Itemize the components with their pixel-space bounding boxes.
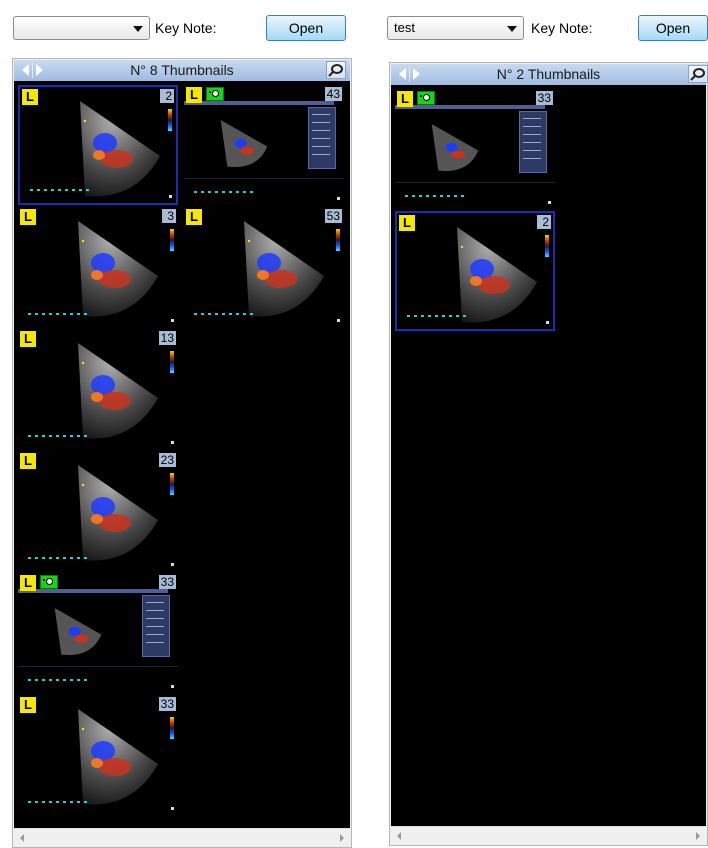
thumbnail[interactable]: L2 xyxy=(395,211,555,331)
horizontal-scrollbar[interactable] xyxy=(391,826,706,844)
thumbnail[interactable]: L 33 xyxy=(395,89,555,209)
orientation-marker xyxy=(546,321,549,324)
pin-icon xyxy=(690,68,705,81)
thumbnail[interactable]: L 13 xyxy=(18,329,178,449)
color-scale xyxy=(170,473,174,495)
study-combo[interactable] xyxy=(13,16,150,40)
open-button[interactable]: Open xyxy=(638,15,708,41)
ultrasound-image xyxy=(78,709,158,805)
thumbnail[interactable]: L 33 xyxy=(18,695,178,815)
open-button[interactable]: Open xyxy=(266,15,346,41)
color-scale xyxy=(170,717,174,739)
thumbnail-titlebar: N° 8 Thumbnails xyxy=(14,60,350,81)
thumbnail-titlebar: N° 2 Thumbnails xyxy=(391,64,708,85)
frame-count-badge: 2 xyxy=(160,89,174,103)
camera-icon xyxy=(40,575,58,589)
l-badge: L xyxy=(397,91,413,107)
chevron-down-icon xyxy=(133,26,143,32)
frame-count-badge: 33 xyxy=(158,575,176,589)
orientation-marker xyxy=(171,441,174,444)
ultrasound-image xyxy=(78,343,158,439)
frame-count-badge: 33 xyxy=(158,697,176,711)
pin-button[interactable] xyxy=(326,61,346,79)
ultrasound-image xyxy=(457,227,537,323)
depth-markers xyxy=(405,195,465,197)
thumbnail[interactable]: L 43 xyxy=(184,85,344,205)
orientation-marker xyxy=(337,319,340,322)
l-badge: L xyxy=(20,575,36,591)
l-badge: L xyxy=(186,87,202,103)
measurement-panel xyxy=(142,595,170,657)
thumbnail-frame: N° 8 Thumbnails L 2 L 43 L 3 L 53 L 13 L 23 L 33 L 33 xyxy=(12,58,352,848)
depth-markers xyxy=(28,801,88,803)
study-combo[interactable]: test xyxy=(387,16,524,40)
color-scale xyxy=(168,109,172,131)
right-panel: test Key Note: Open N° 2 Thumbnails L 33 L… xyxy=(380,0,708,848)
pin-button[interactable] xyxy=(688,65,708,83)
measurement-panel xyxy=(308,107,336,169)
orientation-marker xyxy=(171,685,174,688)
frame-count-badge: 43 xyxy=(324,87,342,101)
thumbnail[interactable]: L 53 xyxy=(184,207,344,327)
depth-markers xyxy=(28,679,88,681)
measurement-panel xyxy=(519,111,547,173)
l-badge: L xyxy=(399,215,415,231)
l-badge: L xyxy=(20,209,36,225)
ultrasound-image xyxy=(80,101,160,197)
scroll-right-icon[interactable] xyxy=(340,834,344,842)
frame-count-badge: 3 xyxy=(162,209,176,223)
thumbnail[interactable]: L 23 xyxy=(18,451,178,571)
depth-markers xyxy=(30,189,90,191)
thumbnail[interactable]: L 33 xyxy=(18,573,178,693)
scroll-right-icon[interactable] xyxy=(696,832,700,840)
depth-markers xyxy=(28,435,88,437)
depth-markers xyxy=(407,315,467,317)
thumbnail-viewport: L 2 L 43 L 3 L 53 L 13 L 23 L 33 L 33 xyxy=(14,81,350,828)
camera-icon xyxy=(206,87,224,101)
depth-markers xyxy=(194,313,254,315)
horizontal-scrollbar[interactable] xyxy=(14,828,350,846)
camera-icon xyxy=(417,91,435,105)
thumbnail[interactable]: L2 xyxy=(18,85,178,205)
color-scale xyxy=(170,351,174,373)
color-scale xyxy=(545,235,549,257)
orientation-marker xyxy=(171,807,174,810)
thumbnail-frame: N° 2 Thumbnails L 33 L 2 xyxy=(389,62,708,846)
frame-count-badge: 2 xyxy=(537,215,551,229)
l-badge: L xyxy=(20,697,36,713)
scroll-left-icon[interactable] xyxy=(20,834,24,842)
pin-icon xyxy=(328,64,343,77)
scroll-left-icon[interactable] xyxy=(397,832,401,840)
orientation-marker xyxy=(337,197,340,200)
keynote-label: Key Note: xyxy=(155,20,217,36)
thumbnail-count-title: N° 2 Thumbnails xyxy=(496,66,601,82)
keynote-label: Key Note: xyxy=(531,20,593,36)
orientation-marker xyxy=(171,563,174,566)
chevron-down-icon xyxy=(507,26,517,32)
ultrasound-image xyxy=(78,465,158,561)
frame-count-badge: 33 xyxy=(535,91,553,105)
orientation-marker xyxy=(171,319,174,322)
left-panel: Key Note: Open N° 8 Thumbnails L 2 L 43 L 3 L 5… xyxy=(0,0,360,848)
ultrasound-image xyxy=(244,221,324,317)
thumbnail[interactable]: L3 xyxy=(18,207,178,327)
frame-count-badge: 13 xyxy=(158,331,176,345)
thumbnail-count-title: N° 8 Thumbnails xyxy=(130,62,234,78)
thumbnail-viewport: L 33 L 2 xyxy=(391,85,706,826)
l-badge: L xyxy=(22,89,38,105)
frame-count-badge: 23 xyxy=(158,453,176,467)
color-scale xyxy=(170,229,174,251)
ultrasound-image xyxy=(78,221,158,317)
color-scale xyxy=(336,229,340,251)
depth-markers xyxy=(28,313,88,315)
orientation-marker xyxy=(548,201,551,204)
study-combo-value: test xyxy=(394,20,415,35)
orientation-marker xyxy=(169,195,172,198)
frame-count-badge: 53 xyxy=(324,209,342,223)
depth-markers xyxy=(194,191,254,193)
depth-markers xyxy=(28,557,88,559)
l-badge: L xyxy=(20,453,36,469)
l-badge: L xyxy=(186,209,202,225)
l-badge: L xyxy=(20,331,36,347)
